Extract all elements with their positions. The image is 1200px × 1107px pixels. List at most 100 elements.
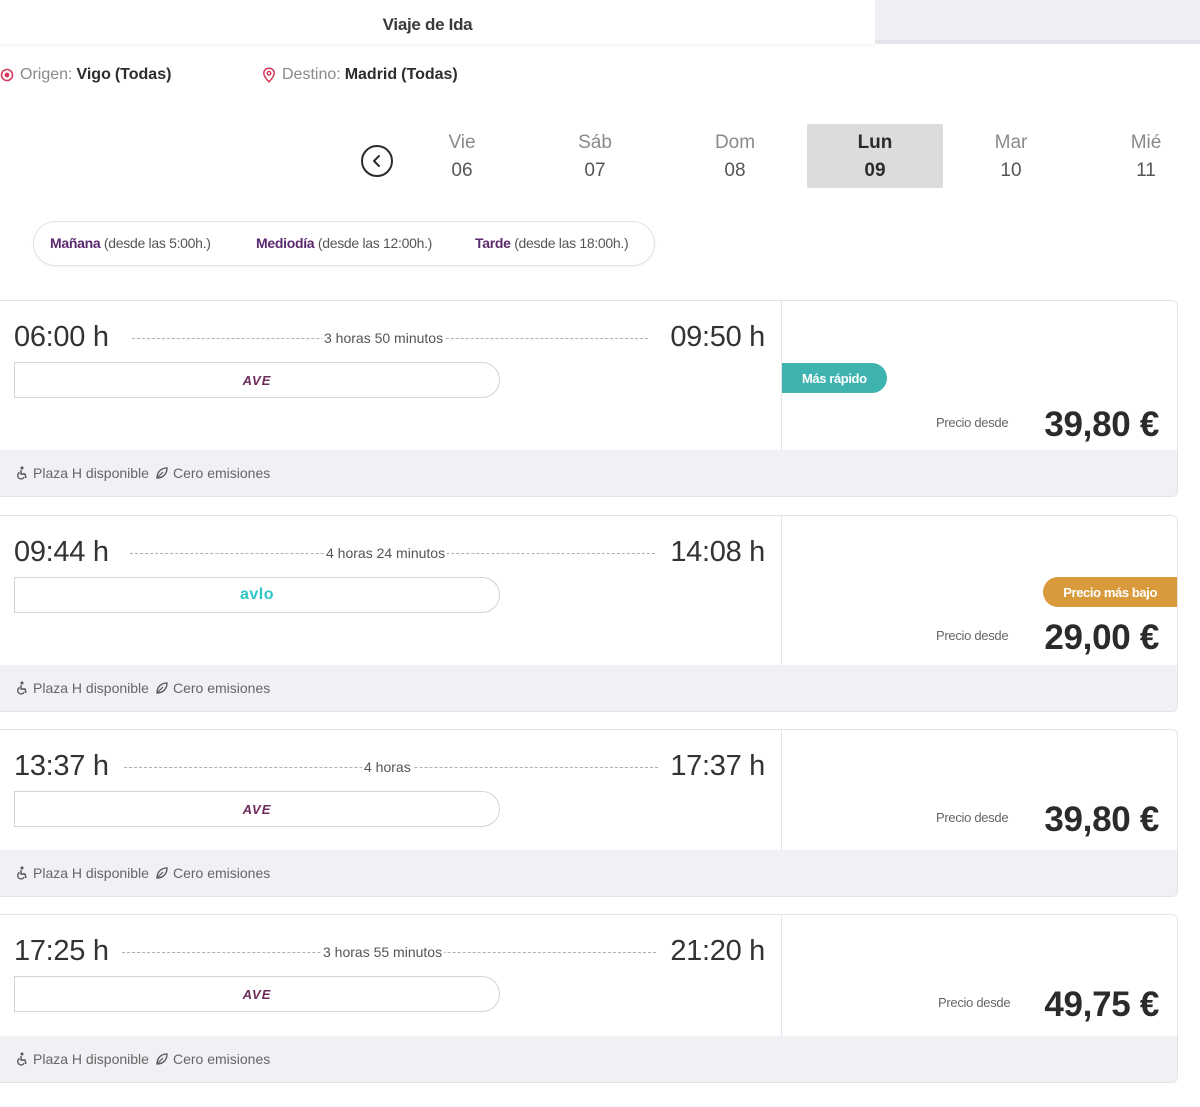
ave-logo: AVE: [242, 801, 272, 817]
trip-schedule: 09:44 h 4 horas 24 minutos 14:08 h avlo: [0, 516, 782, 667]
destination-sub: (Todas): [401, 66, 458, 83]
time-filter-bar: Mañana (desde las 5:00h.) Mediodía (desd…: [33, 221, 655, 266]
trip-price: 39,80 €: [1044, 405, 1159, 444]
destination-label: Destino:: [282, 66, 341, 83]
wheelchair-icon: [17, 681, 27, 695]
wheelchair-icon: [17, 466, 27, 480]
price-label: Precio desde: [936, 628, 1009, 643]
date-number: 09: [864, 160, 886, 181]
date-number: 11: [1136, 160, 1156, 181]
tab-divider: [0, 44, 875, 47]
fastest-badge: Más rápido: [782, 363, 887, 393]
depart-time: 06:00 h: [14, 321, 109, 353]
origin-pin-icon: [0, 68, 14, 82]
date-day: Vie: [448, 132, 476, 153]
date-option[interactable]: Sáb 07: [527, 124, 663, 188]
wheelchair-icon: [17, 1052, 27, 1066]
date-option[interactable]: Dom 08: [667, 124, 803, 188]
arrive-time: 14:08 h: [670, 536, 765, 568]
arrive-time: 17:37 h: [670, 750, 765, 782]
origin-label: Origen:: [20, 66, 73, 83]
train-brand: avlo: [14, 577, 500, 613]
leaf-icon: [156, 867, 168, 879]
trip-card[interactable]: 17:25 h 3 horas 55 minutos 21:20 h AVE P…: [0, 914, 1178, 1083]
trip-card[interactable]: 06:00 h 3 horas 50 minutos 09:50 h AVE M…: [0, 300, 1178, 497]
trip-schedule: 06:00 h 3 horas 50 minutos 09:50 h AVE: [0, 301, 782, 452]
accessible-text: Plaza H disponible: [33, 865, 149, 881]
leaf-icon: [156, 1053, 168, 1065]
accessible-text: Plaza H disponible: [33, 1051, 149, 1067]
date-day: Mar: [994, 132, 1028, 153]
trip-duration: 4 horas 24 minutos: [324, 545, 448, 561]
trip-price: 29,00 €: [1044, 618, 1159, 657]
filter-midday[interactable]: Mediodía (desde las 12:00h.): [256, 235, 432, 251]
lowest-price-badge: Precio más bajo: [1043, 577, 1177, 607]
trip-schedule: 13:37 h 4 horas 17:37 h AVE: [0, 730, 782, 852]
date-day: Dom: [714, 132, 756, 153]
tab-outbound[interactable]: Viaje de Ida: [0, 4, 875, 46]
trip-price: 39,80 €: [1044, 800, 1159, 839]
tab-outbound-label: Viaje de Ida: [382, 15, 473, 34]
trip-tabs: Viaje de Ida: [0, 0, 1200, 48]
date-option-selected[interactable]: Lun 09: [807, 124, 943, 188]
arrive-time: 09:50 h: [670, 321, 765, 353]
date-option[interactable]: Vie 06: [394, 124, 530, 188]
date-day: Sáb: [578, 132, 612, 153]
tab-return[interactable]: [875, 0, 1200, 44]
depart-time: 17:25 h: [14, 935, 109, 967]
price-label: Precio desde: [936, 810, 1009, 825]
filter-midday-label: Mediodía: [256, 235, 315, 251]
filter-evening[interactable]: Tarde (desde las 18:00h.): [475, 235, 629, 251]
date-option[interactable]: Mar 10: [943, 124, 1079, 188]
train-brand: AVE: [14, 791, 500, 827]
trip-features: Plaza H disponible Cero emisiones: [0, 850, 1177, 896]
trip-duration: 4 horas: [362, 759, 413, 775]
trip-features: Plaza H disponible Cero emisiones: [0, 1036, 1177, 1082]
origin-value: Vigo: [76, 66, 111, 83]
ave-logo: AVE: [242, 372, 272, 388]
trip-card[interactable]: 13:37 h 4 horas 17:37 h AVE Precio desde…: [0, 729, 1178, 897]
depart-time: 13:37 h: [14, 750, 109, 782]
wheelchair-icon: [17, 866, 27, 880]
trip-schedule: 17:25 h 3 horas 55 minutos 21:20 h AVE: [0, 915, 782, 1038]
trip-price: 49,75 €: [1044, 985, 1159, 1024]
depart-time: 09:44 h: [14, 536, 109, 568]
accessible-text: Plaza H disponible: [33, 680, 149, 696]
filter-evening-label: Tarde: [475, 235, 511, 251]
price-label: Precio desde: [938, 995, 1011, 1010]
filter-evening-sub: (desde las 18:00h.): [514, 235, 629, 251]
date-selector: Vie 06 Sáb 07 Dom 08 Lun 09 Mar 10 Mié 1…: [0, 124, 1200, 190]
date-day: Lun: [857, 132, 893, 153]
prev-dates-button[interactable]: [361, 145, 393, 177]
eco-text: Cero emisiones: [172, 680, 271, 696]
ave-logo: AVE: [242, 986, 272, 1002]
price-label: Precio desde: [936, 415, 1009, 430]
eco-text: Cero emisiones: [172, 865, 271, 881]
destination-pin-icon: [263, 67, 275, 83]
filter-midday-sub: (desde las 12:00h.): [317, 235, 433, 251]
leaf-icon: [156, 467, 168, 479]
train-brand: AVE: [14, 976, 500, 1012]
trip-duration: 3 horas 55 minutos: [321, 944, 445, 960]
trip-card[interactable]: 09:44 h 4 horas 24 minutos 14:08 h avlo …: [0, 515, 1178, 712]
leaf-icon: [156, 682, 168, 694]
eco-text: Cero emisiones: [172, 465, 271, 481]
arrive-time: 21:20 h: [670, 935, 765, 967]
date-number: 07: [584, 160, 606, 181]
train-brand: AVE: [14, 362, 500, 398]
trip-features: Plaza H disponible Cero emisiones: [0, 450, 1177, 496]
filter-morning-sub: (desde las 5:00h.): [103, 235, 211, 251]
filter-morning[interactable]: Mañana (desde las 5:00h.): [50, 235, 211, 251]
avlo-logo: avlo: [239, 586, 274, 603]
date-number: 06: [451, 160, 473, 181]
origin-sub: (Todas): [114, 66, 172, 83]
date-day: Mié: [1130, 132, 1162, 153]
destination-value: Madrid: [344, 66, 398, 83]
filter-morning-label: Mañana: [50, 235, 101, 251]
origin: Origen: Vigo (Todas): [0, 66, 171, 84]
date-option[interactable]: Mié 11: [1078, 124, 1200, 188]
trip-features: Plaza H disponible Cero emisiones: [0, 665, 1177, 711]
accessible-text: Plaza H disponible: [33, 465, 149, 481]
chevron-left-icon: [373, 155, 380, 167]
date-number: 10: [1000, 160, 1022, 181]
